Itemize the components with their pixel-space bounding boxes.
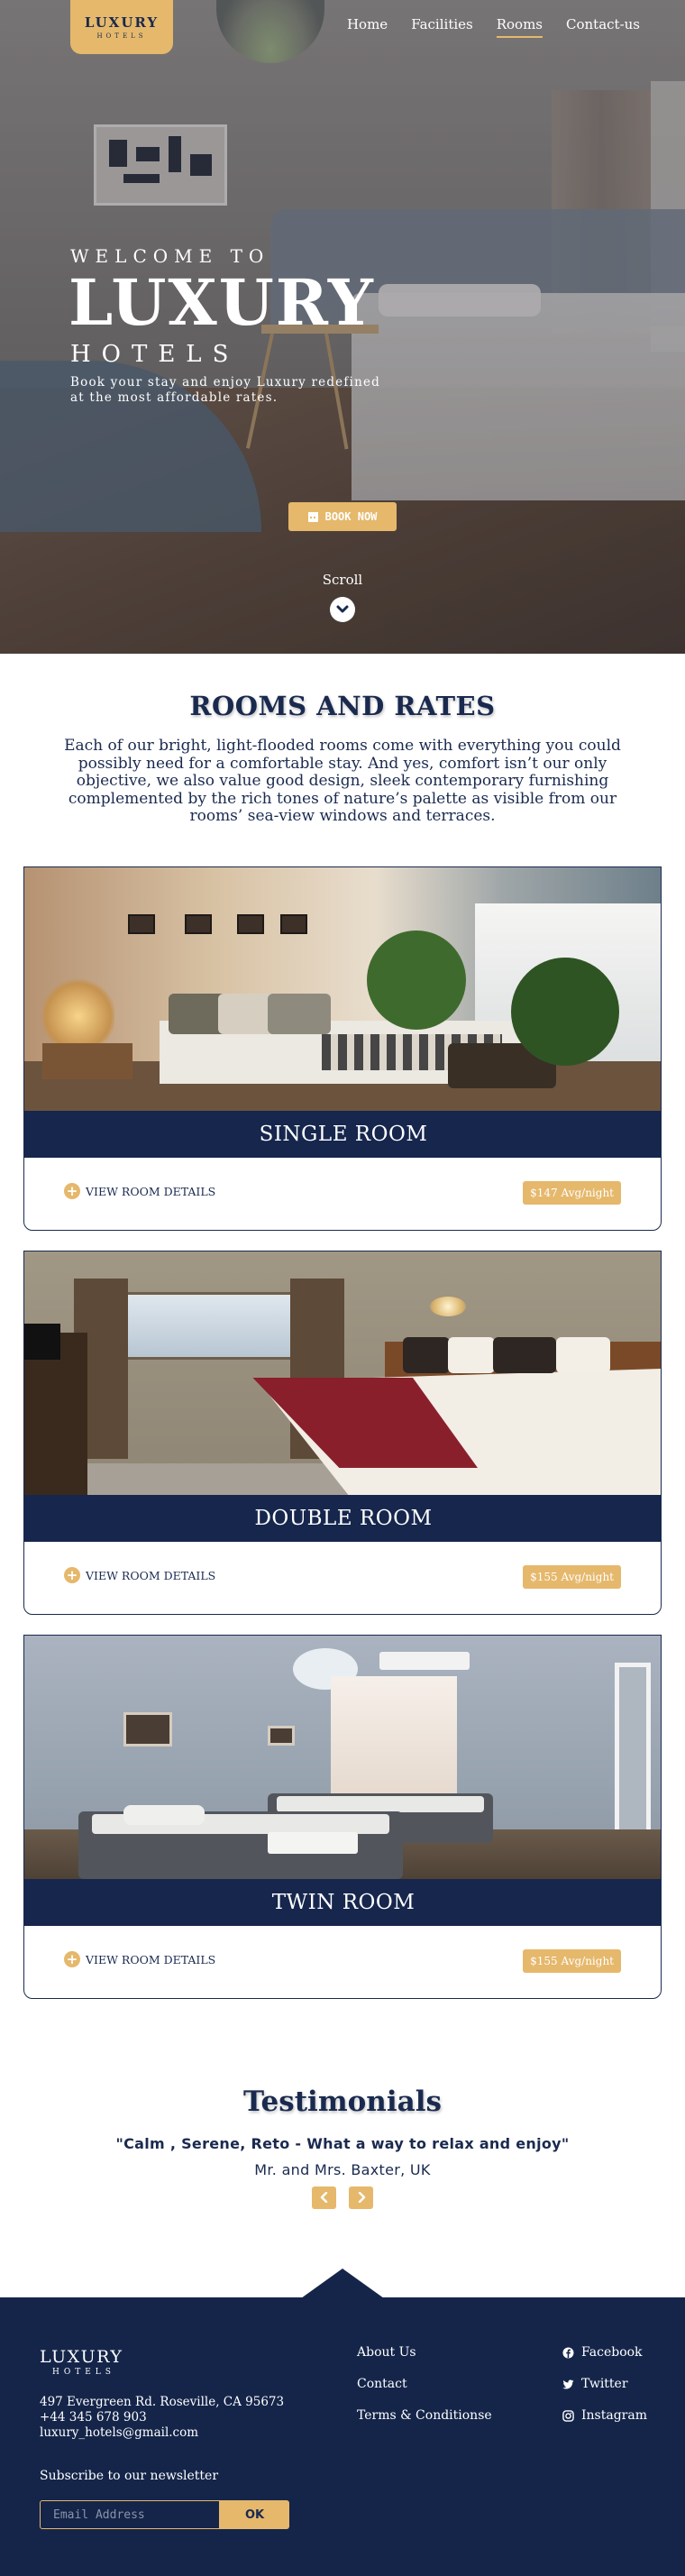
calendar-icon: [307, 511, 318, 522]
hero-subtitle: HOTELS: [70, 341, 240, 368]
hero-section: LUXURY HOTELS Home Facilities Rooms Cont…: [0, 0, 685, 654]
testimonials-title: Testimonials: [243, 2086, 442, 2118]
room-title: SINGLE ROOM: [24, 1111, 661, 1158]
newsletter-label: Subscribe to our newsletter: [40, 2469, 219, 2483]
newsletter-form: OK: [40, 2500, 289, 2529]
footer-link-facebook[interactable]: Facebook: [562, 2346, 647, 2360]
rooms-section-title: ROOMS AND RATES: [189, 691, 496, 721]
hero-welcome-text: WELCOME TO: [70, 245, 270, 267]
chevron-right-icon: [358, 2191, 365, 2204]
main-nav: Home Facilities Rooms Contact-us: [347, 16, 640, 38]
facebook-icon: [562, 2347, 574, 2359]
price-badge: $155 Avg/night: [523, 1565, 621, 1589]
footer-notch: [301, 2269, 384, 2298]
footer-logo-sub: HOTELS: [52, 2368, 115, 2377]
double-room-image: [24, 1251, 661, 1495]
footer: LUXURY HOTELS 497 Evergreen Rd. Rosevill…: [0, 2297, 685, 2576]
room-title: TWIN ROOM: [24, 1879, 661, 1926]
newsletter-ok-button[interactable]: OK: [220, 2500, 289, 2529]
book-now-label: BOOK NOW: [324, 510, 378, 523]
scroll-label: Scroll: [322, 572, 363, 588]
footer-social-links: Facebook Twitter Instagram: [562, 2346, 647, 2423]
view-room-details-label: VIEW ROOM DETAILS: [86, 1952, 216, 1966]
footer-link-twitter[interactable]: Twitter: [562, 2378, 647, 2391]
footer-link-about-us[interactable]: About Us: [357, 2346, 492, 2360]
nav-logo[interactable]: LUXURY HOTELS: [70, 0, 173, 54]
plus-circle-icon: +: [64, 1951, 80, 1967]
testimonial-author: Mr. and Mrs. Baxter, UK: [254, 2161, 431, 2178]
hero-description: Book your stay and enjoy Luxury redefine…: [70, 375, 381, 405]
room-card-twin: TWIN ROOM + VIEW ROOM DETAILS $155 Avg/n…: [23, 1635, 662, 1999]
price-badge: $147 Avg/night: [523, 1181, 621, 1205]
footer-contact-info: 497 Evergreen Rd. Roseville, CA 95673 +4…: [40, 2395, 284, 2441]
nav-item-rooms[interactable]: Rooms: [496, 16, 543, 38]
nav-item-facilities[interactable]: Facilities: [411, 16, 473, 38]
footer-link-instagram[interactable]: Instagram: [562, 2409, 647, 2423]
view-room-details-link[interactable]: + VIEW ROOM DETAILS: [64, 1183, 215, 1199]
view-room-details-label: VIEW ROOM DETAILS: [86, 1184, 216, 1198]
footer-phone: +44 345 678 903: [40, 2410, 147, 2425]
room-title: DOUBLE ROOM: [24, 1495, 661, 1542]
footer-link-terms[interactable]: Terms & Conditionse: [357, 2409, 492, 2423]
footer-address: 497 Evergreen Rd. Roseville, CA 95673: [40, 2395, 285, 2409]
view-room-details-link[interactable]: + VIEW ROOM DETAILS: [64, 1567, 215, 1583]
testimonial-next-button[interactable]: [349, 2186, 373, 2209]
room-card-double: DOUBLE ROOM + VIEW ROOM DETAILS $155 Avg…: [23, 1251, 662, 1615]
plus-circle-icon: +: [64, 1567, 80, 1583]
single-room-image: [24, 867, 661, 1111]
instagram-icon: [562, 2410, 574, 2422]
price-badge: $155 Avg/night: [523, 1949, 621, 1973]
footer-link-contact[interactable]: Contact: [357, 2378, 492, 2391]
footer-instagram-label: Instagram: [581, 2408, 647, 2423]
nav-item-home[interactable]: Home: [347, 16, 388, 38]
rooms-section-description: Each of our bright, light-flooded rooms …: [64, 737, 621, 825]
footer-facebook-label: Facebook: [581, 2345, 643, 2360]
logo-main-text: LUXURY: [84, 14, 160, 31]
book-now-button[interactable]: BOOK NOW: [288, 502, 397, 531]
footer-email: luxury_hotels@gmail.com: [40, 2425, 199, 2440]
view-room-details-label: VIEW ROOM DETAILS: [86, 1568, 216, 1582]
logo-sub-text: HOTELS: [96, 32, 147, 40]
plus-circle-icon: +: [64, 1183, 80, 1199]
footer-logo-main: LUXURY: [40, 2347, 123, 2367]
scroll-down-button[interactable]: [330, 597, 355, 622]
chevron-left-icon: [320, 2191, 327, 2204]
newsletter-email-input[interactable]: [40, 2500, 220, 2529]
testimonial-prev-button[interactable]: [312, 2186, 336, 2209]
nav-item-contact-us[interactable]: Contact-us: [566, 16, 640, 38]
room-card-single: SINGLE ROOM + VIEW ROOM DETAILS $147 Avg…: [23, 866, 662, 1231]
twitter-icon: [562, 2379, 574, 2389]
twin-room-image: [24, 1636, 661, 1879]
testimonial-quote: "Calm , Serene, Reto - What a way to rel…: [115, 2135, 570, 2152]
hero-title: LUXURY: [68, 265, 375, 340]
footer-twitter-label: Twitter: [581, 2377, 628, 2391]
view-room-details-link[interactable]: + VIEW ROOM DETAILS: [64, 1951, 215, 1967]
chevron-down-icon: [336, 605, 349, 613]
footer-links: About Us Contact Terms & Conditionse: [357, 2346, 492, 2423]
